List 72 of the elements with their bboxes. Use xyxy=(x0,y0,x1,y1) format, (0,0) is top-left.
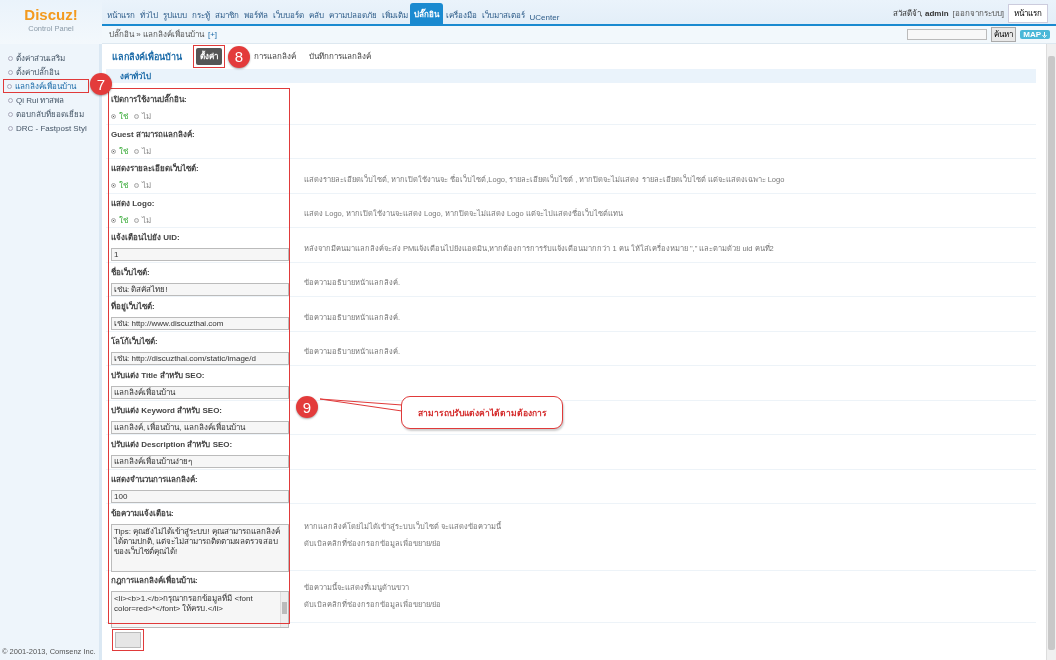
setting-label: ปรับแต่ง Keyword สำหรับ SEO: xyxy=(111,404,223,417)
radio-option[interactable]: ใช่ xyxy=(111,179,128,192)
setting-label: แสดง Logo: xyxy=(111,197,156,210)
radio-option[interactable]: ใช่ xyxy=(111,213,128,227)
setting-label: แสดงจำนวนการแลกลิงค์: xyxy=(111,473,199,486)
section-header: งค่าทั่วไป xyxy=(106,69,1036,83)
annotation-badge: 8 xyxy=(228,45,250,68)
radio-option[interactable]: ไม่ xyxy=(134,110,151,123)
setting-label: เปิดการใช้งานปลั๊กอิน: xyxy=(111,93,188,106)
page-title: แลกลิงค์เพื่อนบ้าน xyxy=(112,49,182,64)
scrollbar[interactable] xyxy=(1046,44,1056,660)
radio-option[interactable]: ไม่ xyxy=(134,144,151,158)
radio-option[interactable]: ไม่ xyxy=(134,179,151,192)
text-field[interactable]: เช่น: ดิสคัสไทย! xyxy=(111,282,289,296)
radio-option[interactable]: ใช่ xyxy=(111,110,128,123)
sidebar-item[interactable]: ตั้งค่าส่วนเสริม xyxy=(0,51,97,65)
home-button[interactable]: หน้าแรก xyxy=(1008,3,1048,23)
sidebar-item[interactable]: DRC - Fastpost Styl xyxy=(0,121,97,135)
callout: สามารถปรับแต่งค่าได้ตามต้องการ xyxy=(401,396,563,429)
search-button[interactable]: ค้นหา xyxy=(991,27,1017,42)
setting-label: ปรับแต่ง Title สำหรับ SEO: xyxy=(111,370,206,382)
page-tab[interactable]: บันทึกการแลกลิงค์ xyxy=(306,47,374,66)
radio-option[interactable]: ไม่ xyxy=(134,213,151,227)
nav-tab[interactable]: ทั่วไป xyxy=(137,7,160,24)
text-field[interactable]: เช่น: http://www.discuzthai.com xyxy=(111,317,289,330)
text-field[interactable]: แลกลิงค์เพื่อนบ้าน xyxy=(111,386,289,399)
nav-tab[interactable]: รูปแบบ xyxy=(160,7,189,24)
sidebar-item[interactable]: ตอบกลับที่ยอดเยี่ยม xyxy=(0,107,97,121)
submit-button[interactable] xyxy=(112,629,144,651)
page-tab[interactable]: ตั้งค่า xyxy=(193,45,225,68)
text-field[interactable]: แลกลิงค์เพื่อนบ้านง่ายๆ xyxy=(111,455,289,468)
nav-tab[interactable]: หน้าแรก xyxy=(104,7,137,24)
nav-tab[interactable]: กระทู้ xyxy=(189,7,212,24)
text-field[interactable]: แลกลิงค์, เพื่อนบ้าน, แลกลิงค์เพื่อนบ้าน xyxy=(111,420,289,434)
text-area[interactable]: Tips: คุณยังไม่ได้เข้าสู่ระบบ! คุณสามารถแลกลิงค์ได้ตามปกติ, แต่จะไม่สามารถติดตามผลตรวจสอบของเว็บไซต์คุณได้! xyxy=(111,524,289,572)
nav-tab[interactable]: สมาชิก xyxy=(212,7,241,24)
annotation-badge: 9 xyxy=(296,396,318,418)
nav-tab[interactable]: พอร์ทัล xyxy=(241,7,270,24)
setting-label: โลโก้เว็บไซต์: xyxy=(111,335,159,348)
sidebar-item[interactable]: แลกลิงค์เพื่อนบ้าน xyxy=(3,79,89,93)
logo-title: Discuz! xyxy=(24,7,78,23)
nav-tab[interactable]: เว็บบอร์ด xyxy=(270,7,306,24)
nav-tab[interactable]: เครื่องมือ xyxy=(443,7,479,24)
setting-label: ที่อยู่เว็บไซต์: xyxy=(111,300,156,313)
setting-label: Guest สามารถแลกลิงค์: xyxy=(111,128,196,141)
setting-label: แสดงรายละเอียดเว็บไซต์: xyxy=(111,162,200,175)
annotation-badge: 7 xyxy=(90,73,112,95)
setting-label: ปรับแต่ง Description สำหรับ SEO: xyxy=(111,439,234,451)
add-link[interactable]: [+] xyxy=(207,30,218,39)
text-field[interactable]: 1 xyxy=(111,248,289,261)
nav-tab[interactable]: ความปลอดภัย xyxy=(326,7,379,24)
setting-label: กฎการแลกลิงค์เพื่อนบ้าน: xyxy=(111,574,199,587)
nav-tab[interactable]: ปลั๊กอิน xyxy=(410,3,443,24)
nav-tab[interactable]: เว็บมาสเตอร์ xyxy=(479,7,527,24)
setting-label: ข้อความแจ้งเตือน: xyxy=(111,508,175,520)
sidebar-item[interactable]: Qi Rui ทาสพล xyxy=(0,93,97,107)
arrow-down-icon xyxy=(1042,31,1047,38)
nav-tab[interactable]: UCenter xyxy=(527,11,562,24)
nav-tab[interactable]: เพิ่มเติม xyxy=(379,7,410,24)
breadcrumb: ปลั๊กอิน » แลกลิงค์เพื่อนบ้าน xyxy=(109,28,204,41)
nav-tab[interactable]: คลับ xyxy=(306,7,326,24)
search-field[interactable] xyxy=(907,29,988,40)
setting-label: ชื่อเว็บไซต์: xyxy=(111,266,151,279)
text-area[interactable]: <li><b>1.</b>กรุณากรอกข้อมูลที่มี <font color=red>*</font> ให้ครบ.</li> xyxy=(111,591,289,628)
text-field[interactable]: เช่น: http://discuzthai.com/static/image/d xyxy=(111,351,289,365)
scrollbar[interactable] xyxy=(280,592,288,627)
greeting-text: สวัสดีจ้า, admin xyxy=(892,7,949,20)
page-tab[interactable]: การแลกลิงค์ xyxy=(251,47,299,66)
setting-label: แจ้งเตือนไปยัง UID: xyxy=(111,232,181,244)
radio-option[interactable]: ใช่ xyxy=(111,144,128,158)
text-field[interactable]: 100 xyxy=(111,489,289,503)
logout-link[interactable]: [ออกจากระบบ] xyxy=(952,6,1004,20)
